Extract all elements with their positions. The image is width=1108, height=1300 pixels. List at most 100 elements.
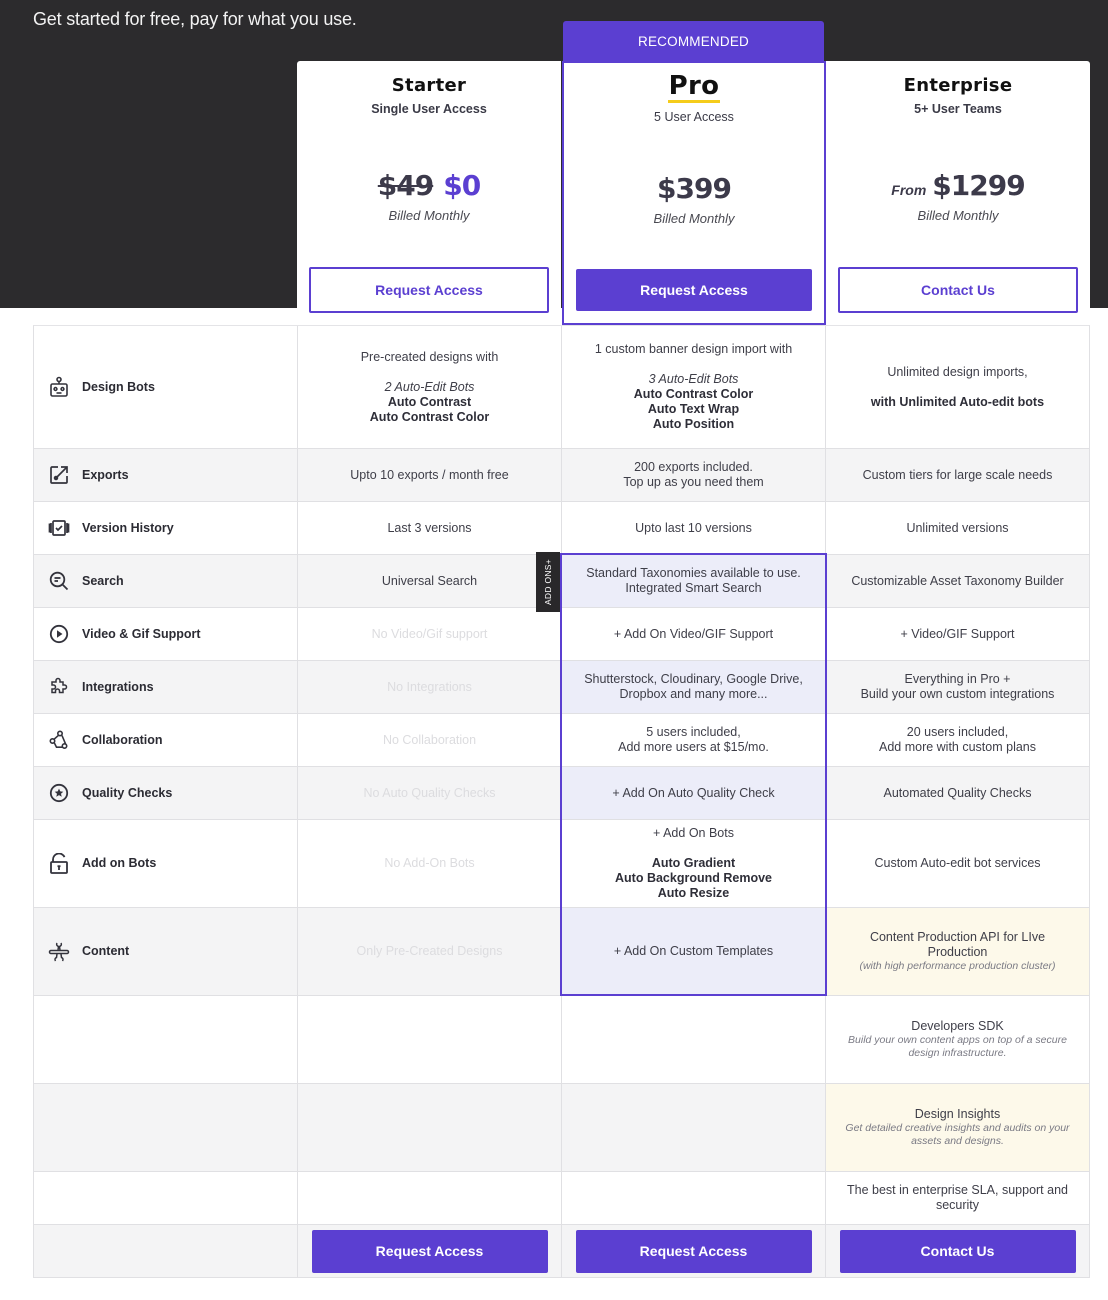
addons-tab: ADD ONS+ [536,552,560,612]
cell-line: Top up as you need them [623,475,764,489]
feature-label-cell [34,1084,297,1171]
pro-feature-cell: + Add On Custom Templates [561,908,825,995]
unlock-icon [48,852,70,875]
collaboration-icon [48,729,70,751]
cell-bold-line: Auto Contrast Color [369,409,490,424]
pro-footer-request-access-button[interactable]: Request Access [575,1229,812,1273]
cell-line: No Integrations [387,679,472,694]
feature-label-cell: Design Bots [34,326,297,448]
enterprise-feature-cell: Customizable Asset Taxonomy Builder [825,555,1089,607]
feature-label-cell [34,996,297,1083]
table-row: Video & Gif Support No Video/Gif support +… [34,608,1089,661]
feature-label-cell [34,1225,297,1277]
cell-line: Custom Auto-edit bot services [874,856,1041,870]
pro-feature-cell [561,1172,825,1224]
cell-line: No Add-On Bots [384,856,475,870]
cell-line: Upto last 10 versions [635,520,752,535]
enterprise-feature-cell: + Video/GIF Support [825,608,1089,660]
feature-label-cell: Search [34,555,297,607]
cell-line: Production [927,945,988,959]
table-row: Design Bots Pre-created designs with 2 Aut… [34,326,1089,449]
pro-feature-cell [561,996,825,1083]
play-circle-icon [48,623,70,645]
billing-period: Billed Monthly [653,211,735,226]
export-icon [48,464,70,486]
table-row: Developers SDK Build your own content app… [34,996,1089,1084]
cell-line: Automated Quality Checks [883,785,1032,800]
cell-bold-line: Auto Contrast [387,394,472,409]
cell-line: Dropbox and many more... [619,687,768,701]
table-row: Collaboration No Collaboration 5 users inc… [34,714,1089,767]
enterprise-extra-cell: Design Insights Get detailed creative ins… [825,1084,1089,1171]
enterprise-feature-cell: 20 users included, Add more with custom p… [825,714,1089,766]
enterprise-extra-cell: The best in enterprise SLA, support and … [825,1172,1089,1224]
feature-label: Integrations [82,679,154,694]
cell-line: Build your own custom integrations [860,687,1055,701]
cell-bold-line: Auto Gradient [651,856,736,870]
enterprise-footer-contact-us-button[interactable]: Contact Us [839,1229,1076,1273]
pro-feature-cell: Standard Taxonomies available to use. Int… [561,555,825,607]
feature-label-cell: Add on Bots [34,820,297,907]
feature-label-cell: Exports [34,449,297,501]
cell-line: 20 users included, [906,725,1009,739]
pro-feature-cell: + Add On Auto Quality Check [561,767,825,819]
robot-icon [48,376,70,398]
cell-line: No Auto Quality Checks [363,785,496,800]
feature-label: Search [82,573,124,588]
plan-card-pro: Pro 5 User Access $399 Billed Monthly Re… [562,61,826,325]
addons-tab-label: ADD ONS+ [543,558,553,606]
billing-period: Billed Monthly [388,208,470,223]
feature-label: Video & Gif Support [82,626,201,641]
table-row: Search Universal Search Standard Taxonomie… [34,555,1089,608]
cell-line: No Video/Gif support [371,626,488,641]
feature-label: Collaboration [82,732,163,747]
starter-feature-cell: Only Pre-Created Designs [297,908,561,995]
extra-title: Design Insights [914,1107,1001,1121]
feature-label-cell: Video & Gif Support [34,608,297,660]
cell-note: (with high performance production cluste… [859,960,1056,972]
pro-feature-cell: 1 custom banner design import with 3 Auto… [561,326,825,448]
starter-feature-cell: No Integrations [297,661,561,713]
plan-card-starter: Starter Single User Access $49 $0 Billed… [297,61,561,325]
recommended-badge-label: RECOMMENDED [638,33,749,49]
feature-label: Exports [82,467,129,482]
tools-icon [48,941,70,963]
extra-note: Get detailed creative insights and audit… [845,1122,1070,1147]
cell-line: 200 exports included. [634,460,753,474]
pro-request-access-button[interactable]: Request Access [576,269,812,311]
pro-feature-cell: Shutterstock, Cloudinary, Google Drive, D… [561,661,825,713]
pro-feature-cell: + Add On Video/GIF Support [561,608,825,660]
enterprise-feature-cell: Custom Auto-edit bot services [825,820,1089,907]
plan-name: Starter [391,75,467,96]
table-row: Integrations No Integrations Shutterstock,… [34,661,1089,714]
starter-request-access-button[interactable]: Request Access [309,267,549,313]
enterprise-contact-us-button[interactable]: Contact Us [838,267,1078,313]
starter-footer-request-access-button[interactable]: Request Access [311,1229,548,1273]
starter-feature-cell: No Video/Gif support [297,608,561,660]
feature-label: Design Bots [82,379,155,394]
starter-feature-cell: Universal Search [297,555,561,607]
enterprise-feature-cell: Unlimited design imports, with Unlimited … [825,326,1089,448]
starter-feature-cell: Pre-created designs with 2 Auto-Edit Bots… [297,326,561,448]
enterprise-extra-cell: Developers SDK Build your own content app… [825,996,1089,1083]
plan-name: Enterprise [903,75,1013,96]
cell-line: + Add On Custom Templates [613,944,774,958]
cell-line: Customizable Asset Taxonomy Builder [851,573,1064,588]
current-price: $1299 [932,169,1025,202]
cell-bold-line: with Unlimited Auto-edit bots [870,394,1045,409]
billing-period: Billed Monthly [917,208,999,223]
plan-card-enterprise: Enterprise 5+ User Teams From $1299 Bill… [826,61,1090,325]
enterprise-feature-cell: Automated Quality Checks [825,767,1089,819]
cell-line: Custom tiers for large scale needs [862,467,1053,482]
starter-feature-cell: Upto 10 exports / month free [297,449,561,501]
feature-label-cell: Integrations [34,661,297,713]
starter-feature-cell: No Auto Quality Checks [297,767,561,819]
cell-line: Upto 10 exports / month free [350,467,509,482]
table-row: Quality Checks No Auto Quality Checks + Ad… [34,767,1089,820]
table-row: Content Only Pre-Created Designs + Add On … [34,908,1089,996]
cell-line: Add more with custom plans [878,740,1036,754]
price-row: $49 $0 [297,169,561,202]
starter-cta-cell: Request Access [297,1225,561,1277]
pro-cta-cell: Request Access [561,1225,825,1277]
current-price: $399 [657,172,732,205]
